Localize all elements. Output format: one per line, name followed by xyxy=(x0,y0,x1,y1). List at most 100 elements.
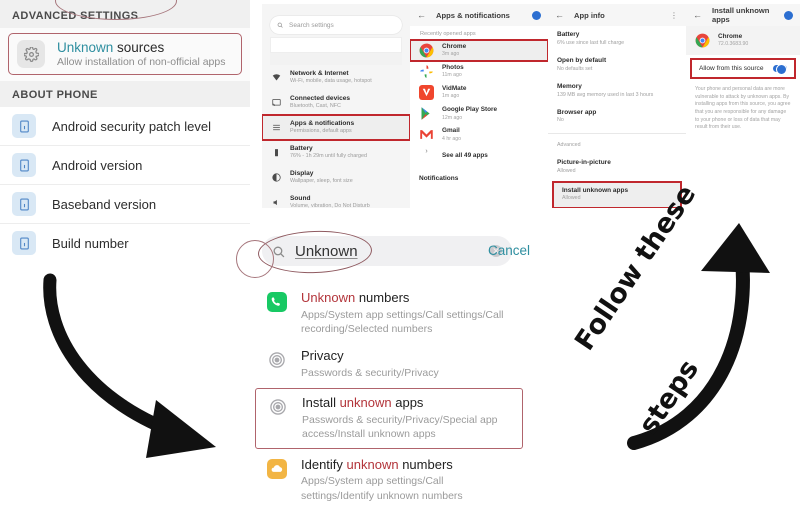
row-sub: 76% - 1h 29m until fully charged xyxy=(290,153,368,160)
see-all-apps-row[interactable]: › See all 49 apps xyxy=(410,145,548,166)
app-row-photos[interactable]: Photos 11m ago xyxy=(410,61,548,82)
result-item-install-unknown-apps[interactable]: Install unknown apps Passwords & securit… xyxy=(255,388,523,449)
appinfo-row-battery[interactable]: Battery 6% use since last full charge xyxy=(548,26,686,52)
about-row-security-patch[interactable]: Android security patch level xyxy=(0,107,250,146)
result-title: Privacy xyxy=(301,348,344,364)
back-arrow-icon[interactable]: ← xyxy=(555,10,564,20)
about-label: Build number xyxy=(52,235,129,251)
result-item-unknown-numbers[interactable]: Unknown numbers Apps/System app settings… xyxy=(255,284,523,342)
settings-row-network[interactable]: Network & Internet Wi-Fi, mobile, data u… xyxy=(262,65,410,90)
appinfo-row-open-by-default[interactable]: Open by default No defaults set xyxy=(548,52,686,78)
result-texts: Install unknown apps Passwords & securit… xyxy=(302,395,518,441)
row-title: Sound xyxy=(290,194,311,202)
row-title: Display xyxy=(290,169,314,177)
app-name: Google Play Store xyxy=(442,106,498,114)
about-row-baseband-version[interactable]: Baseband version xyxy=(0,185,250,224)
chrome-app-name: Chrome xyxy=(718,33,743,40)
unknown-sources-texts: Unknown sources Allow installation of no… xyxy=(57,40,226,68)
app-row-play-store[interactable]: Google Play Store 12m ago xyxy=(410,103,548,124)
notifications-row[interactable]: Notifications xyxy=(410,166,548,189)
settings-row-battery[interactable]: Battery 76% - 1h 29m until fully charged xyxy=(262,140,410,165)
back-arrow-icon[interactable]: ← xyxy=(693,10,702,20)
settings-search-placeholder: Search settings xyxy=(289,21,334,29)
chrome-app-card: Chrome 72.0.3683.90 xyxy=(686,26,800,56)
settings-row-texts: Network & Internet Wi-Fi, mobile, data u… xyxy=(290,70,372,85)
curved-arrow-down-right-icon xyxy=(43,273,216,458)
cloud-icon xyxy=(267,458,287,479)
settings-row-display[interactable]: Display Wallpaper, sleep, font size xyxy=(262,165,410,190)
app-row-chrome[interactable]: Chrome 3m ago xyxy=(410,38,548,63)
info-tile-icon xyxy=(12,114,36,138)
about-row-build-number[interactable]: Build number xyxy=(0,224,250,262)
chrome-icon xyxy=(695,33,710,48)
result-texts: Identify unknown numbers Apps/System app… xyxy=(301,457,519,503)
appinfo-row-advanced[interactable]: Advanced xyxy=(548,137,686,154)
section-header-about-phone: ABOUT PHONE xyxy=(0,81,250,107)
row-title: Network & Internet xyxy=(290,70,349,77)
allow-from-this-source-row[interactable]: Allow from this source xyxy=(690,58,796,80)
appinfo-row-memory[interactable]: Memory 139 MB avg memory used in last 3 … xyxy=(548,78,686,104)
settings-row-sound[interactable]: Sound Volume, vibration, Do Not Disturb xyxy=(262,190,410,208)
row-title: Connected devices xyxy=(290,94,351,102)
result-subtitle: Apps/System app settings/Call settings/I… xyxy=(301,475,463,502)
ghost-bar xyxy=(270,37,402,53)
result-subtitle: Passwords & security/Privacy xyxy=(301,367,439,380)
settings-row-texts: Display Wallpaper, sleep, font size xyxy=(290,170,353,185)
app-row-vidmate[interactable]: VidMate 1m ago xyxy=(410,82,548,103)
info-icon[interactable] xyxy=(532,10,541,20)
allow-toggle[interactable] xyxy=(773,64,787,76)
result-item-identify-unknown-numbers[interactable]: Identify unknown numbers Apps/System app… xyxy=(255,451,523,509)
appinfo-name: Install unknown apps xyxy=(562,186,629,194)
app-name: Photos xyxy=(442,64,464,72)
row-title: Apps & notifications xyxy=(290,119,355,127)
result-texts: Privacy Passwords & security/Privacy xyxy=(301,348,439,380)
appinfo-sub: No defaults set xyxy=(557,65,593,72)
result-subtitle: Apps/System app settings/Call settings/C… xyxy=(301,308,504,336)
row-title: Battery xyxy=(290,144,313,152)
settings-row-apps-notifications[interactable]: Apps & notifications Permissions, defaul… xyxy=(262,113,410,141)
search-zone: Unknown ✕ Cancel xyxy=(250,228,550,278)
app-info-title: App info xyxy=(574,10,605,20)
overflow-menu-icon[interactable]: ⋮ xyxy=(670,11,679,20)
result-title: Identify unknown numbers xyxy=(301,456,453,472)
appinfo-row-browser-app[interactable]: Browser app No xyxy=(548,104,686,130)
unknown-sources-title: Unknown sources xyxy=(57,40,165,55)
info-icon[interactable] xyxy=(784,10,793,20)
settings-walkthrough-strip: Search settings Network & Internet Wi-Fi… xyxy=(262,4,800,208)
ghost-bar-2 xyxy=(270,53,402,65)
cast-icon xyxy=(270,98,283,107)
about-row-android-version[interactable]: Android version xyxy=(0,146,250,185)
result-texts: Unknown numbers Apps/System app settings… xyxy=(301,290,519,336)
settings-list-column: Search settings Network & Internet Wi-Fi… xyxy=(262,4,410,208)
sound-icon xyxy=(270,198,283,207)
app-texts: VidMate 1m ago xyxy=(442,85,466,100)
install-unknown-apps-column: ← Install unknown apps Chrome 72.0.3683.… xyxy=(686,4,800,208)
appinfo-name: Memory xyxy=(557,82,582,90)
back-arrow-icon[interactable]: ← xyxy=(417,10,426,20)
battery-icon xyxy=(270,148,283,157)
chrome-app-version: 72.0.3683.90 xyxy=(718,41,749,48)
settings-row-connected-devices[interactable]: Connected devices Bluetooth, Cast, NFC xyxy=(262,90,410,115)
app-info-column: ← App info ⋮ Battery 6% use since last f… xyxy=(548,4,686,208)
settings-search-field[interactable]: Search settings xyxy=(270,16,402,34)
result-item-privacy[interactable]: Privacy Passwords & security/Privacy xyxy=(255,342,523,386)
row-sub: Wallpaper, sleep, font size xyxy=(290,178,353,185)
cancel-button[interactable]: Cancel xyxy=(488,243,530,258)
unknown-sources-row[interactable]: Unknown sources Allow installation of no… xyxy=(8,33,242,75)
search-icon xyxy=(277,22,283,28)
apps-column-header: ← Apps & notifications xyxy=(410,4,548,26)
app-ago: 12m ago xyxy=(442,114,463,121)
apps-notifications-column: ← Apps & notifications Recently opened a… xyxy=(410,4,548,208)
appinfo-row-pip[interactable]: Picture-in-picture Allowed xyxy=(548,154,686,180)
recently-opened-label: Recently opened apps xyxy=(420,31,476,37)
appinfo-name: Open by default xyxy=(557,56,607,64)
app-name: VidMate xyxy=(442,85,467,93)
appinfo-row-install-unknown-apps[interactable]: Install unknown apps Allowed xyxy=(552,180,682,208)
chevron-right-icon: › xyxy=(425,148,428,156)
install-warning-text: Your phone and personal data are more vu… xyxy=(695,86,791,131)
app-row-gmail[interactable]: Gmail 4 hr ago xyxy=(410,124,548,145)
app-texts: Photos 11m ago xyxy=(442,64,464,79)
display-icon xyxy=(270,173,283,182)
app-texts: Gmail 4 hr ago xyxy=(442,127,461,142)
appinfo-name: Advanced xyxy=(557,141,581,148)
